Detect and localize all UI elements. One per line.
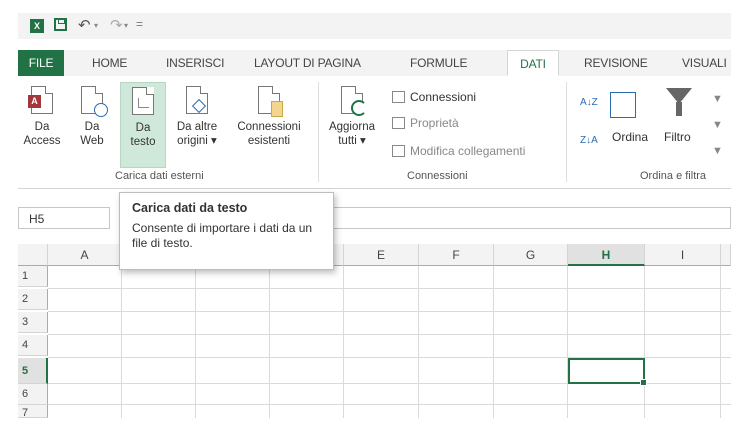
- row-header[interactable]: 7: [18, 405, 48, 419]
- existing-connections-icon: [258, 86, 283, 117]
- aggiorna-tutti-button[interactable]: Aggiorna tutti ▾: [324, 86, 380, 166]
- column-header[interactable]: E: [344, 244, 419, 266]
- connessioni-esistenti-label: Connessioni esistenti: [237, 121, 301, 147]
- row-header-selected[interactable]: 5: [18, 358, 48, 384]
- connections-icon: [392, 91, 405, 103]
- tooltip: Carica dati da testo Consente di importa…: [119, 192, 334, 270]
- ribbon-dati: A Da Access Da Web Da testo Da altre ori…: [18, 76, 731, 189]
- tooltip-body: Consente di importare i dati da un file …: [132, 221, 313, 250]
- da-testo-label: Da testo: [130, 122, 156, 148]
- undo-dropdown[interactable]: ▾: [94, 21, 98, 30]
- tab-formule[interactable]: FORMULE: [410, 50, 467, 76]
- group-label-ordina: Ordina e filtra: [640, 170, 707, 182]
- tab-inserisci[interactable]: INSERISCI: [166, 50, 224, 76]
- da-altre-origini-label: Da altre origini ▾: [176, 121, 218, 147]
- excel-icon: X: [30, 19, 44, 33]
- tab-layout-di-pagina[interactable]: LAYOUT DI PAGINA: [254, 50, 361, 76]
- row-header[interactable]: 2: [18, 289, 48, 310]
- da-web-button[interactable]: Da Web: [70, 86, 114, 166]
- filtro-button[interactable]: Filtro: [664, 128, 691, 146]
- da-access-button[interactable]: A Da Access: [20, 86, 64, 166]
- proprieta-label: Proprietà: [410, 116, 459, 130]
- gridline: [48, 404, 731, 405]
- quick-access-toolbar: X ↶ ▾ ↷ ▾ =: [18, 13, 731, 39]
- group-label-connessioni: Connessioni: [407, 170, 468, 182]
- group-separator: [318, 82, 319, 182]
- redo-dropdown[interactable]: ▾: [124, 21, 128, 30]
- ordina-button[interactable]: Ordina: [612, 128, 648, 146]
- tab-dati[interactable]: DATI: [507, 50, 559, 76]
- top-margin: [0, 0, 731, 10]
- tab-revisione[interactable]: REVISIONE: [584, 50, 648, 76]
- tab-home[interactable]: HOME: [92, 50, 127, 76]
- customize-qat-button[interactable]: =: [136, 17, 143, 31]
- sort-descending-button[interactable]: Z↓A: [580, 132, 598, 150]
- select-all-corner[interactable]: [18, 244, 48, 266]
- properties-icon: [392, 117, 405, 129]
- undo-icon[interactable]: ↶: [78, 16, 91, 34]
- other-sources-icon: [186, 86, 208, 114]
- text-file-icon: [132, 87, 154, 115]
- column-header[interactable]: A: [48, 244, 122, 266]
- tooltip-title: Carica dati da testo: [132, 201, 248, 215]
- gridline: [48, 334, 731, 335]
- redo-icon[interactable]: ↷: [110, 16, 123, 34]
- filter-options-icons[interactable]: ▼ ▼ ▼: [712, 86, 723, 166]
- da-testo-button[interactable]: Da testo: [120, 82, 166, 168]
- refresh-all-icon: [341, 86, 367, 116]
- row-header[interactable]: 6: [18, 384, 48, 405]
- spreadsheet-grid: A B C D E F G H I 1 2 3 4 5 6 7: [18, 244, 731, 419]
- connessioni-label: Connessioni: [410, 90, 477, 104]
- column-header[interactable]: F: [419, 244, 494, 266]
- row-header[interactable]: 3: [18, 312, 48, 333]
- da-web-label: Da Web: [80, 121, 104, 147]
- row-header[interactable]: 1: [18, 266, 48, 287]
- save-icon[interactable]: [54, 18, 67, 31]
- ribbon-tabs: FILE HOME INSERISCI LAYOUT DI PAGINA FOR…: [18, 50, 731, 77]
- da-access-label: Da Access: [23, 121, 61, 147]
- connessioni-button[interactable]: Connessioni: [392, 88, 476, 106]
- sort-icon: [610, 92, 636, 118]
- group-label-carica: Carica dati esterni: [115, 170, 204, 182]
- modifica-collegamenti-button[interactable]: Modifica collegamenti: [392, 142, 525, 160]
- gridline: [48, 288, 731, 289]
- formula-bar[interactable]: [320, 207, 731, 229]
- column-header[interactable]: G: [494, 244, 568, 266]
- active-cell-h5[interactable]: [568, 358, 647, 386]
- gridline: [48, 311, 731, 312]
- row-header[interactable]: 4: [18, 335, 48, 356]
- aggiorna-tutti-label: Aggiorna tutti ▾: [328, 121, 376, 147]
- group-separator: [566, 82, 567, 182]
- connessioni-esistenti-button[interactable]: Connessioni esistenti: [230, 86, 308, 166]
- da-altre-origini-button[interactable]: Da altre origini ▾: [170, 86, 224, 166]
- edit-links-icon: [392, 145, 405, 157]
- column-header[interactable]: I: [645, 244, 721, 266]
- web-file-icon: [81, 86, 108, 117]
- tab-file[interactable]: FILE: [18, 50, 64, 76]
- access-file-icon: A: [28, 86, 53, 114]
- name-box[interactable]: H5: [18, 207, 110, 229]
- filter-icon-stem: [676, 102, 682, 116]
- proprieta-button[interactable]: Proprietà: [392, 114, 459, 132]
- tab-visualizza[interactable]: VISUALI: [682, 50, 727, 76]
- column-header-selected[interactable]: H: [568, 244, 645, 266]
- column-header[interactable]: [721, 244, 731, 266]
- modifica-collegamenti-label: Modifica collegamenti: [410, 144, 526, 158]
- sort-ascending-button[interactable]: A↓Z: [580, 94, 598, 112]
